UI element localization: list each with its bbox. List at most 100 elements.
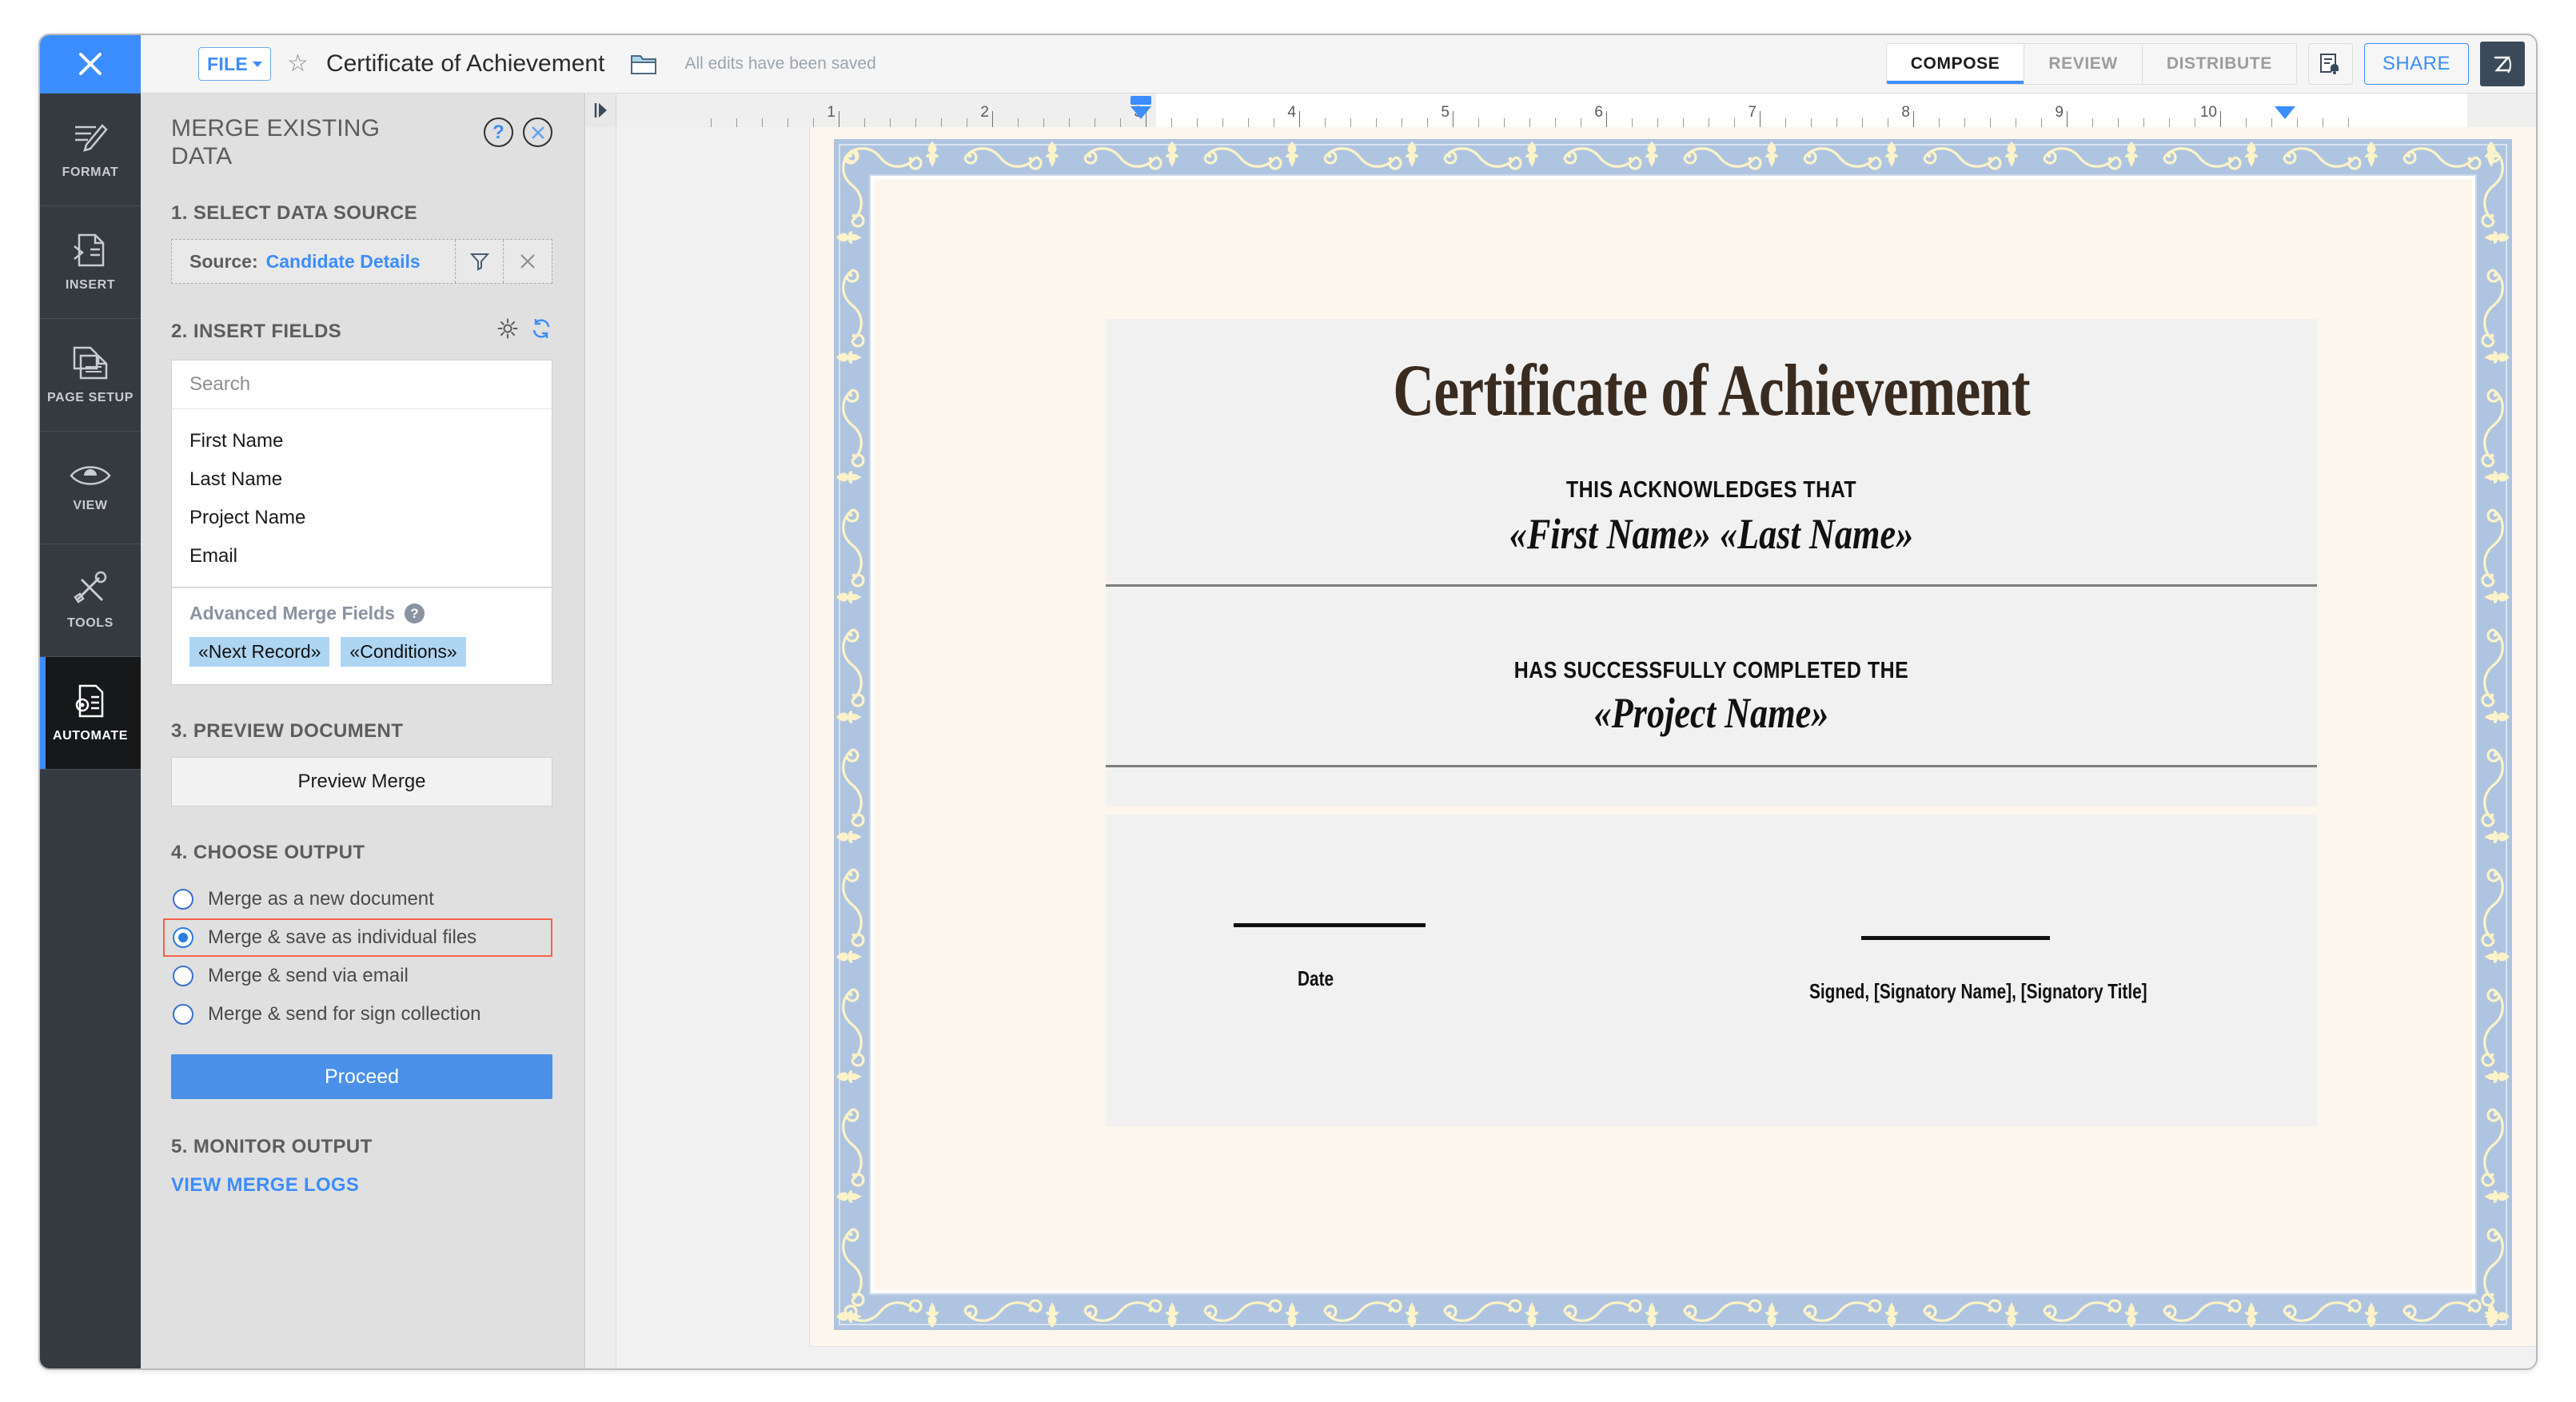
data-source-row: Source: Candidate Details xyxy=(171,239,552,285)
output-option-individual-files[interactable]: Merge & save as individual files xyxy=(163,918,552,958)
close-x-icon xyxy=(531,125,544,139)
chip-next-record[interactable]: «Next Record» xyxy=(189,637,330,667)
share-button[interactable]: SHARE xyxy=(2363,43,2469,85)
tab-review[interactable]: REVIEW xyxy=(2024,44,2143,84)
clear-x-icon xyxy=(520,254,535,269)
output-option-label: Merge as a new document xyxy=(208,888,434,910)
ruler-number: 10 xyxy=(2199,104,2217,121)
refresh-sync-icon xyxy=(532,319,550,339)
help-question-icon[interactable]: ? xyxy=(484,117,513,147)
refresh-fields-button[interactable] xyxy=(530,317,552,345)
close-circle-icon[interactable] xyxy=(523,117,552,147)
favorite-star-icon[interactable]: ☆ xyxy=(287,52,309,76)
section-select-data-source-title: 1. SELECT DATA SOURCE xyxy=(171,202,417,225)
list-item[interactable]: First Name xyxy=(189,422,552,460)
sidebar-item-page-setup[interactable]: PAGE SETUP xyxy=(40,319,141,432)
tab-compose[interactable]: COMPOSE xyxy=(1886,44,2025,84)
ruler-minor-tick xyxy=(1325,118,1326,127)
clear-source-button[interactable] xyxy=(504,240,552,283)
ruler-collapse-button[interactable] xyxy=(586,94,616,127)
certificate-project-merge-field[interactable]: «Project Name» xyxy=(1214,688,2207,738)
first-line-indent-marker[interactable] xyxy=(1130,96,1152,105)
date-caption: Date xyxy=(1298,966,1334,990)
sidebar-item-label: INSERT xyxy=(65,278,116,292)
help-question-icon[interactable]: ? xyxy=(404,603,425,624)
advanced-merge-fields: Advanced Merge Fields ? «Next Record» «C… xyxy=(171,587,552,686)
folder-location-button[interactable] xyxy=(630,53,657,75)
radio-icon xyxy=(173,889,193,910)
ruler-minor-tick xyxy=(1376,118,1377,127)
output-option-label: Merge & save as individual files xyxy=(208,926,477,949)
ruler-minor-tick xyxy=(864,118,865,127)
sidebar-item-automate[interactable]: AUTOMATE xyxy=(40,657,141,770)
border-motif-right xyxy=(2475,139,2512,1330)
ruler-minor-tick xyxy=(1427,118,1428,127)
sidebar-item-tools[interactable]: TOOLS xyxy=(40,544,141,657)
output-option-sign-collection[interactable]: Merge & send for sign collection xyxy=(163,995,552,1034)
list-item[interactable]: Last Name xyxy=(189,460,552,499)
ruler-minor-tick xyxy=(1248,118,1249,127)
left-indent-marker[interactable] xyxy=(1130,106,1152,119)
certificate-upper-text-block[interactable]: Certificate of Achievement THIS ACKNOWLE… xyxy=(1106,319,2317,807)
proceed-button[interactable]: Proceed xyxy=(171,1054,552,1100)
ruler-minor-tick xyxy=(1120,118,1121,127)
ruler-minor-tick xyxy=(915,118,916,127)
ruler-minor-tick xyxy=(1555,118,1556,127)
close-x-icon xyxy=(79,53,102,75)
chevron-down-icon xyxy=(253,61,263,67)
close-app-button[interactable] xyxy=(40,35,141,94)
ruler-minor-tick xyxy=(890,118,891,127)
section-monitor-output-title: 5. MONITOR OUTPUT xyxy=(171,1136,373,1158)
notifications-button[interactable] xyxy=(2307,43,2353,85)
sidebar-item-insert[interactable]: INSERT xyxy=(40,206,141,319)
tab-distribute[interactable]: DISTRIBUTE xyxy=(2142,44,2296,84)
certificate-recipient-merge-field[interactable]: «First Name» «Last Name» xyxy=(1214,509,2207,559)
zia-assistant-icon xyxy=(2494,56,2511,74)
view-merge-logs-link[interactable]: VIEW MERGE LOGS xyxy=(171,1174,552,1197)
certificate-divider-lower xyxy=(1106,765,2317,767)
filter-source-button[interactable] xyxy=(456,240,504,284)
merge-fields-list: First Name Last Name Project Name Email xyxy=(171,409,552,588)
document-page[interactable]: Certificate of Achievement THIS ACKNOWLE… xyxy=(810,127,2536,1346)
file-menu-button[interactable]: FILE xyxy=(198,47,272,81)
output-option-new-document[interactable]: Merge as a new document xyxy=(163,880,552,918)
settings-button[interactable] xyxy=(496,317,519,345)
document-canvas[interactable]: Certificate of Achievement THIS ACKNOWLE… xyxy=(586,127,2536,1368)
sidebar-item-format[interactable]: FORMAT xyxy=(40,94,141,206)
share-label: SHARE xyxy=(2382,53,2450,74)
output-option-send-email[interactable]: Merge & send via email xyxy=(163,957,552,995)
certificate-completed-line: HAS SUCCESSFULLY COMPLETED THE xyxy=(1513,658,1909,683)
file-menu-label: FILE xyxy=(207,53,249,74)
save-status-text: All edits have been saved xyxy=(684,54,876,73)
border-motif-top xyxy=(834,139,2512,176)
list-item[interactable]: Email xyxy=(189,537,552,576)
page-setup-icon xyxy=(73,346,108,380)
source-value-link[interactable]: Candidate Details xyxy=(266,251,421,273)
ruler-minor-tick xyxy=(1632,118,1633,127)
zia-assistant-button[interactable] xyxy=(2480,42,2525,86)
sidebar-item-label: TOOLS xyxy=(67,616,114,630)
sidebar-item-label: VIEW xyxy=(73,499,108,512)
horizontal-ruler[interactable]: 1 2 3 4 5 6 7 8 9 10 xyxy=(616,94,2536,127)
ruler-minor-tick xyxy=(1043,118,1044,127)
fields-search-box[interactable] xyxy=(171,360,552,410)
chip-conditions[interactable]: «Conditions» xyxy=(341,637,466,667)
preview-merge-button[interactable]: Preview Merge xyxy=(171,757,552,807)
ruler-number: 9 xyxy=(2055,104,2064,121)
output-option-label: Merge & send via email xyxy=(208,965,409,987)
merge-panel-header-actions: ? xyxy=(484,114,552,147)
right-indent-marker[interactable] xyxy=(2274,106,2295,119)
section-preview-document-title: 3. PREVIEW DOCUMENT xyxy=(171,720,404,743)
list-item[interactable]: Project Name xyxy=(189,499,552,537)
data-source-selector[interactable]: Source: Candidate Details xyxy=(172,240,456,284)
radio-icon xyxy=(173,1004,193,1026)
search-input[interactable] xyxy=(189,373,534,396)
ruler-minor-tick xyxy=(1222,118,1223,127)
ruler-minor-tick xyxy=(1990,118,1991,127)
ruler-minor-tick xyxy=(1069,118,1070,127)
ruler-minor-tick xyxy=(2169,118,2170,127)
sidebar-item-view[interactable]: VIEW xyxy=(40,432,141,544)
ruler-minor-tick xyxy=(2271,118,2272,127)
advanced-merge-fields-title: Advanced Merge Fields ? xyxy=(189,603,534,624)
certificate-signature-block[interactable]: Date Signed, [Signatory Name], [Signator… xyxy=(1106,815,2317,1126)
